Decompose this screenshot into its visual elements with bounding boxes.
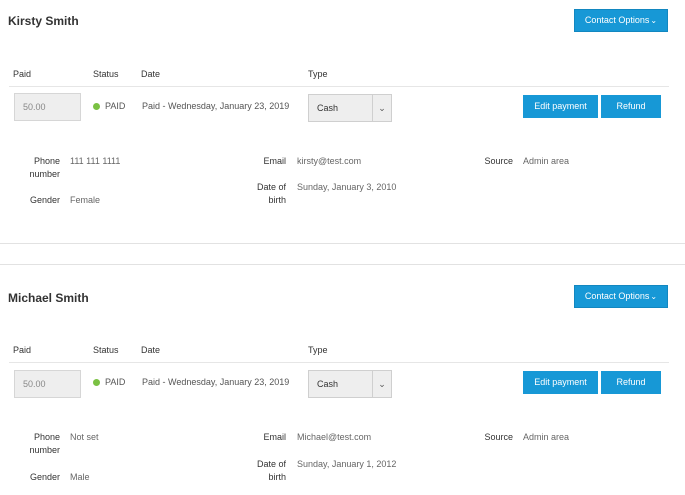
dob-value: Sunday, January 3, 2010 (297, 182, 397, 192)
status-dot-icon (93, 379, 100, 386)
email-label: Email (263, 432, 286, 442)
phone-label-line1: Phone (33, 156, 60, 166)
payment-type-select[interactable]: Cash ⌄ (308, 94, 392, 122)
contact-name: Kirsty Smith (8, 14, 79, 28)
contact-options-label: Contact Options (584, 15, 650, 25)
paid-amount-input[interactable]: 50.00 (14, 93, 81, 121)
payment-type-value: Cash (317, 103, 339, 113)
status-dot-icon (93, 103, 100, 110)
email-value: kirsty@test.com (297, 156, 362, 166)
phone-value: Not set (70, 432, 99, 442)
gender-label: Gender (29, 472, 60, 482)
chevron-down-icon: ⌄ (650, 292, 658, 301)
header-type: Type (308, 345, 328, 355)
header-divider (9, 362, 669, 363)
header-status: Status (93, 69, 119, 79)
dob-label: Date of birth (246, 181, 286, 207)
dob-label-line2: birth (268, 195, 286, 205)
contact-card: Michael Smith Contact Options⌄ Paid Stat… (0, 264, 685, 495)
paid-amount-input[interactable]: 50.00 (14, 370, 81, 398)
contact-options-button[interactable]: Contact Options⌄ (574, 285, 668, 308)
phone-label-line1: Phone (33, 432, 60, 442)
refund-button[interactable]: Refund (601, 95, 661, 118)
gender-value: Female (70, 195, 101, 205)
phone-label: Phone number (20, 155, 60, 181)
header-status: Status (93, 345, 119, 355)
contact-card: Kirsty Smith Contact Options⌄ Paid Statu… (0, 0, 685, 243)
payment-type-select[interactable]: Cash ⌄ (308, 370, 392, 398)
phone-label-line2: number (29, 169, 60, 179)
dob-value: Sunday, January 1, 2012 (297, 459, 397, 469)
section-divider (0, 243, 685, 244)
refund-button[interactable]: Refund (601, 371, 661, 394)
contact-options-label: Contact Options (584, 291, 650, 301)
header-paid: Paid (13, 69, 32, 79)
source-value: Admin area (523, 156, 570, 166)
status-text: PAID (105, 377, 126, 387)
header-date: Date (141, 69, 161, 79)
source-value: Admin area (523, 432, 570, 442)
chevron-down-icon: ⌄ (378, 103, 386, 113)
dob-label-line1: Date of (256, 182, 286, 192)
header-type: Type (308, 69, 328, 79)
dob-label: Date of birth (246, 458, 286, 484)
dob-label-line1: Date of (256, 459, 286, 469)
header-paid: Paid (13, 345, 32, 355)
status-badge: PAID (93, 377, 125, 387)
chevron-down-icon: ⌄ (378, 379, 386, 389)
email-label: Email (263, 156, 286, 166)
payment-type-value: Cash (317, 379, 339, 389)
payment-date: Paid - Wednesday, January 23, 2019 (142, 101, 290, 111)
chevron-down-icon: ⌄ (650, 16, 658, 25)
payment-date: Paid - Wednesday, January 23, 2019 (142, 377, 290, 387)
edit-payment-button[interactable]: Edit payment (523, 371, 598, 394)
contact-options-button[interactable]: Contact Options⌄ (574, 9, 668, 32)
gender-label: Gender (29, 195, 60, 205)
source-label: Source (484, 156, 513, 166)
gender-value: Male (70, 472, 90, 482)
status-text: PAID (105, 101, 126, 111)
edit-payment-button[interactable]: Edit payment (523, 95, 598, 118)
email-value: Michael@test.com (297, 432, 372, 442)
header-date: Date (141, 345, 161, 355)
contact-name: Michael Smith (8, 291, 89, 305)
phone-label-line2: number (29, 445, 60, 455)
source-label: Source (484, 432, 513, 442)
phone-label: Phone number (20, 431, 60, 457)
phone-value: 111 111 1111 (70, 156, 121, 166)
dob-label-line2: birth (268, 472, 286, 482)
header-divider (9, 86, 669, 87)
status-badge: PAID (93, 101, 125, 111)
